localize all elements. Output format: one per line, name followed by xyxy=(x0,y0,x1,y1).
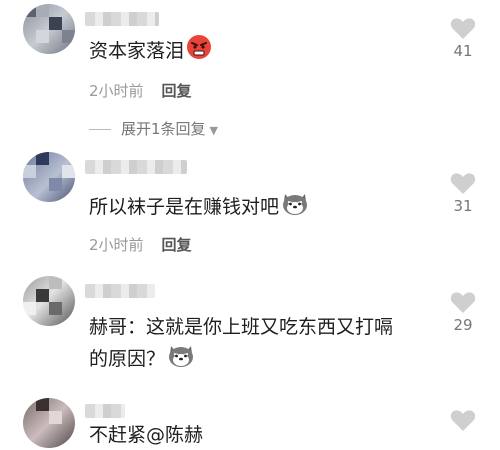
husky-face-icon xyxy=(167,342,195,377)
heart-icon xyxy=(450,292,476,313)
comment-meta: 2小时前 回复 xyxy=(89,80,192,101)
comment-time: 2小时前 xyxy=(89,236,144,254)
avatar[interactable] xyxy=(23,276,75,326)
username-blurred[interactable] xyxy=(85,284,155,298)
comment-text: 赫哥：这就是你上班又吃东西又打嗝 的原因？ xyxy=(89,312,393,377)
comment-text: 不赶紧@陈赫 xyxy=(89,424,204,446)
reply-button[interactable]: 回复 xyxy=(162,82,192,100)
angry-face-icon xyxy=(186,34,212,69)
comment-text: 资本家落泪 xyxy=(89,34,212,69)
comment-time: 2小时前 xyxy=(89,82,144,100)
username-blurred[interactable] xyxy=(85,404,125,418)
username-blurred[interactable] xyxy=(85,12,159,26)
divider-line xyxy=(89,129,111,130)
like-button[interactable]: 29 xyxy=(443,290,483,334)
heart-icon xyxy=(450,18,476,39)
like-button[interactable] xyxy=(443,408,483,432)
username-blurred[interactable] xyxy=(85,160,187,174)
expand-replies-button[interactable]: 展开1条回复 ▼ xyxy=(89,118,218,139)
heart-icon xyxy=(450,173,476,194)
like-button[interactable]: 31 xyxy=(443,171,483,215)
comment-meta: 2小时前 回复 xyxy=(89,234,192,255)
avatar[interactable] xyxy=(23,152,75,202)
avatar[interactable] xyxy=(23,4,75,54)
like-count: 41 xyxy=(453,42,473,60)
heart-icon xyxy=(450,410,476,431)
chevron-down-icon: ▼ xyxy=(209,124,219,137)
like-count: 31 xyxy=(453,197,473,215)
reply-button[interactable]: 回复 xyxy=(162,236,192,254)
husky-face-icon xyxy=(281,190,309,225)
like-button[interactable]: 41 xyxy=(443,16,483,60)
like-count: 29 xyxy=(453,316,473,334)
comment-text: 所以袜子是在赚钱对吧 xyxy=(89,190,309,225)
avatar[interactable] xyxy=(23,398,75,448)
